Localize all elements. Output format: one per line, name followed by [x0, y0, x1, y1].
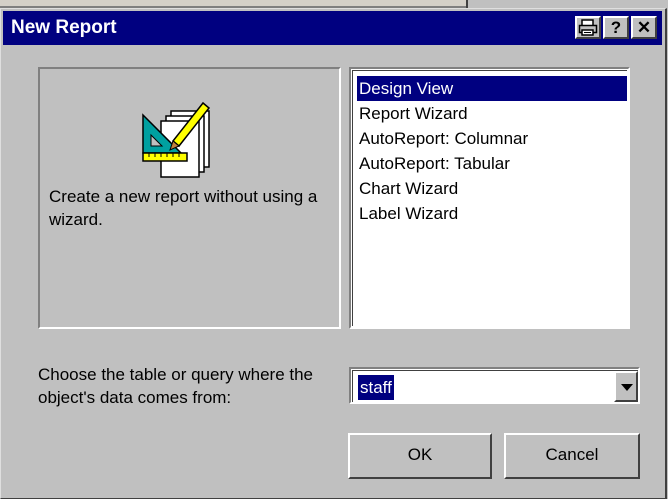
underlying-window-border-right	[466, 0, 468, 8]
preview-description: Create a new report without using a wiza…	[49, 187, 318, 229]
underlying-window-border	[0, 0, 468, 8]
ok-button[interactable]: OK	[348, 433, 492, 479]
help-button[interactable]: ?	[603, 16, 629, 39]
print-icon[interactable]	[575, 16, 601, 39]
source-label: Choose the table or query where the obje…	[38, 365, 314, 407]
new-report-dialog: New Report ? ✕ Create a new report witho…	[0, 8, 667, 499]
preview-panel: Create a new report without using a wiza…	[38, 67, 341, 329]
list-item-label-wizard[interactable]: Label Wizard	[357, 201, 458, 226]
dropdown-button[interactable]	[614, 371, 638, 402]
report-type-list[interactable]: Design View Report Wizard AutoReport: Co…	[349, 67, 630, 329]
source-combobox[interactable]: staff	[349, 367, 640, 404]
cancel-button[interactable]: Cancel	[504, 433, 640, 479]
chevron-down-icon	[621, 384, 633, 391]
help-icon: ?	[610, 18, 622, 37]
source-value[interactable]: staff	[358, 375, 394, 400]
list-item-design-view[interactable]: Design View	[357, 76, 627, 101]
close-button[interactable]: ✕	[631, 16, 657, 39]
report-design-icon	[142, 101, 211, 178]
underlying-window-edge	[0, 0, 668, 8]
list-item-report-wizard[interactable]: Report Wizard	[357, 101, 468, 126]
list-item-chart-wizard[interactable]: Chart Wizard	[357, 176, 458, 201]
list-item-autoreport-tabular[interactable]: AutoReport: Tabular	[357, 151, 510, 176]
close-icon: ✕	[636, 18, 652, 37]
title-bar[interactable]: New Report ? ✕	[3, 11, 662, 45]
window-title: New Report	[11, 17, 117, 38]
list-item-autoreport-columnar[interactable]: AutoReport: Columnar	[357, 126, 528, 151]
